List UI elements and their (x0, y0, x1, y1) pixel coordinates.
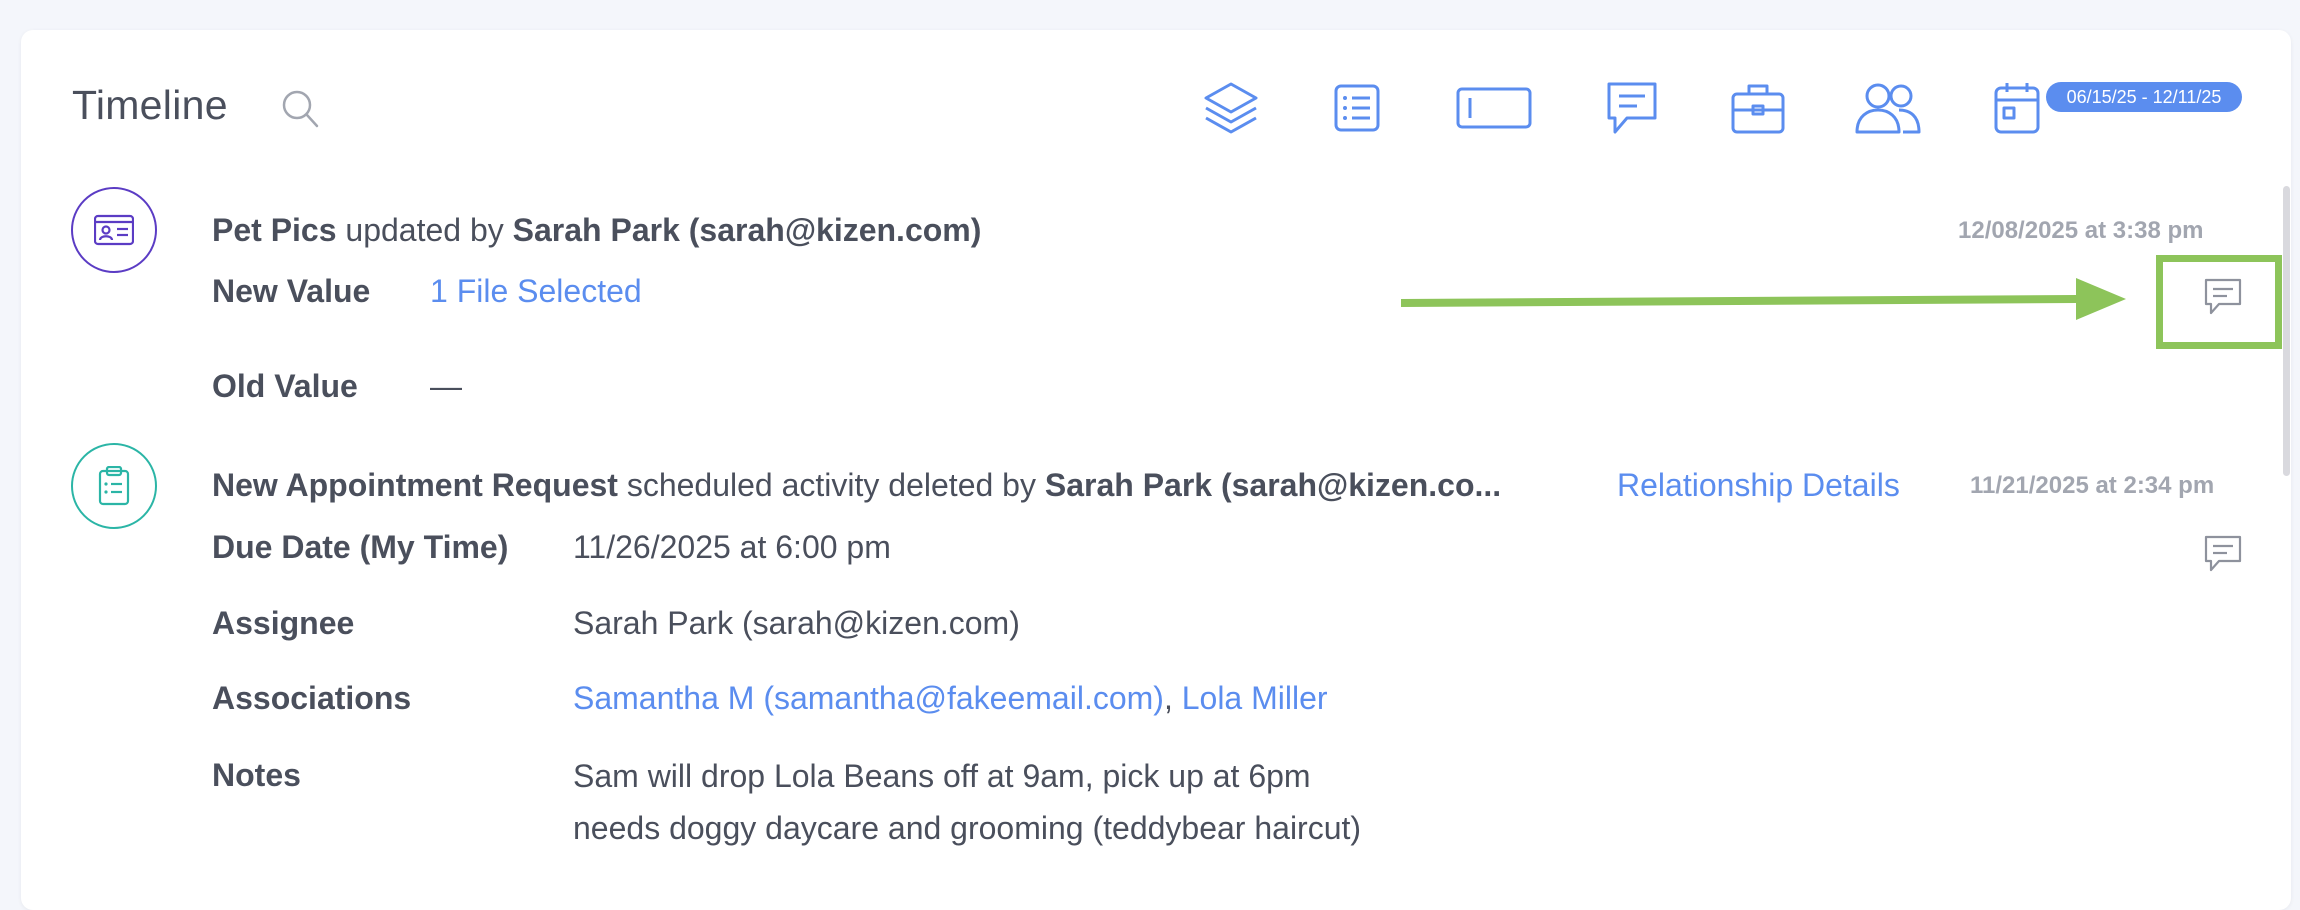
briefcase-icon[interactable] (1730, 80, 1786, 136)
list-icon[interactable] (1334, 80, 1380, 136)
assignee-value: Sarah Park (sarah@kizen.com) (573, 605, 1020, 641)
assignee-label: Assignee (212, 605, 355, 641)
associations-value: Samantha M (samantha@fakeemail.com), Lol… (573, 680, 1328, 717)
annotation-arrow (1401, 278, 2126, 320)
page-title: Timeline (72, 82, 228, 128)
relationship-details-link[interactable]: Relationship Details (1617, 467, 1900, 504)
notes-line: needs doggy daycare and grooming (teddyb… (573, 810, 1362, 846)
old-value-label: Old Value (212, 368, 358, 404)
entry-actor: Sarah Park (sarah@kizen.co... (1044, 467, 1502, 503)
comment-icon[interactable] (2203, 276, 2243, 316)
entry-avatar (71, 443, 157, 529)
comment-icon[interactable] (1605, 80, 1659, 136)
users-icon[interactable] (1854, 80, 1922, 136)
new-value-file-link[interactable]: 1 File Selected (430, 273, 642, 310)
entry-headline: Pet Pics updated by Sarah Park (sarah@ki… (212, 212, 981, 249)
association-link[interactable]: Lola Miller (1182, 680, 1328, 716)
due-date-label: Due Date (My Time) (212, 529, 509, 565)
notes-label: Notes (212, 757, 301, 793)
entry-action: scheduled activity deleted by (617, 467, 1045, 503)
clipboard-icon (98, 466, 130, 506)
layers-icon[interactable] (1203, 80, 1259, 136)
calendar-icon[interactable] (1993, 80, 2041, 136)
id-card-icon (94, 214, 134, 246)
search-icon[interactable] (280, 88, 320, 130)
notes-line: Sam will drop Lola Beans off at 9am, pic… (573, 758, 1311, 794)
association-separator: , (1163, 680, 1182, 716)
entry-avatar (71, 187, 157, 273)
entry-timestamp: 11/21/2025 at 2:34 pm (1970, 472, 2215, 499)
date-range-badge[interactable]: 06/15/25 - 12/11/25 (2046, 82, 2242, 112)
entry-headline: New Appointment Request scheduled activi… (212, 467, 1501, 504)
entry-subject: Pet Pics (212, 212, 337, 248)
comment-icon[interactable] (2203, 533, 2243, 573)
scrollbar[interactable] (2283, 186, 2290, 476)
due-date-value: 11/26/2025 at 6:00 pm (573, 529, 891, 565)
old-value: — (430, 368, 462, 404)
entry-timestamp: 12/08/2025 at 3:38 pm (1958, 217, 2204, 244)
entry-action: updated by (336, 212, 513, 248)
entry-actor: Sarah Park (sarah@kizen.com) (512, 212, 982, 248)
field-icon[interactable] (1456, 80, 1532, 136)
new-value-label: New Value (212, 273, 371, 309)
association-link[interactable]: Samantha M (samantha@fakeemail.com) (573, 680, 1164, 716)
associations-label: Associations (212, 680, 412, 716)
entry-subject: New Appointment Request (212, 467, 618, 503)
